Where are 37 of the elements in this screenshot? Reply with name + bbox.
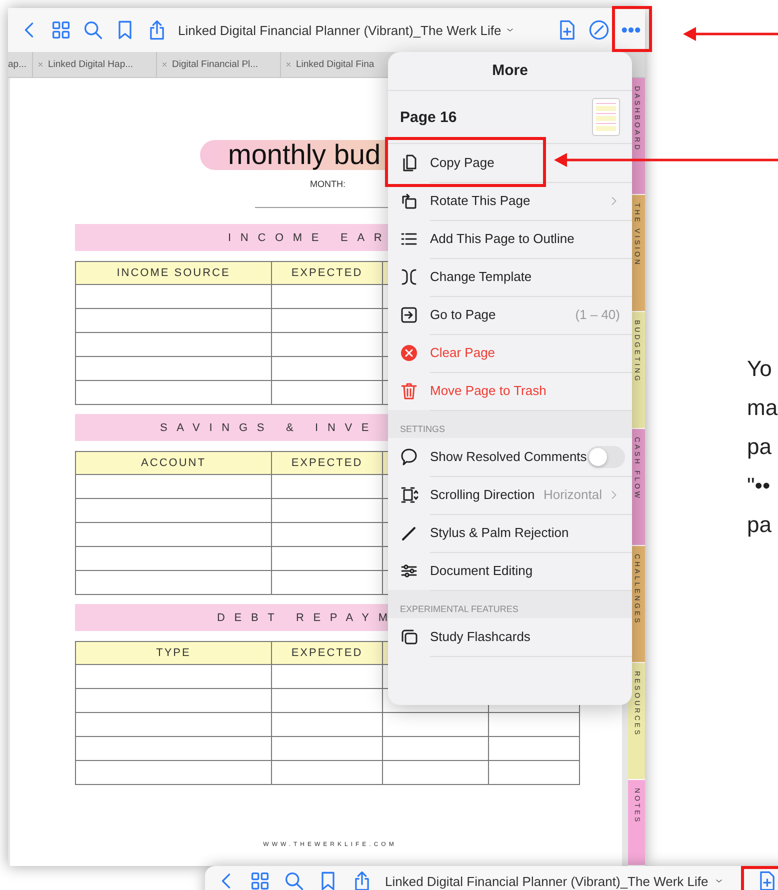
section-title: SAVINGS & INVE — [160, 422, 378, 434]
menu-item[interactable]: Stylus & Palm Rejection — [430, 524, 569, 540]
document-tab[interactable]: Linked Digital Hap... — [33, 52, 157, 77]
menu-item[interactable]: Add This Page to Outline — [430, 230, 574, 246]
document-tab[interactable]: ap... — [8, 52, 33, 77]
menu-item[interactable]: Document Editing — [430, 562, 533, 578]
section-header: SETTINGS — [400, 424, 446, 434]
caption-text: pa — [747, 511, 772, 539]
caption-text: Yo — [747, 355, 773, 383]
page-label: Page 16 — [400, 108, 457, 126]
menu-item[interactable]: Go to Page — [430, 306, 496, 322]
menu-item[interactable]: Show Resolved Comments — [430, 448, 587, 464]
section-header: EXPERIMENTAL FEATURES — [400, 604, 518, 614]
section-title: DEBT REPAYM — [217, 612, 397, 624]
menu-title: More — [388, 52, 632, 91]
menu-item[interactable]: Clear Page — [430, 344, 496, 360]
caption-text: "•• — [747, 472, 772, 500]
document-title[interactable]: Linked Digital Financial Planner (Vibrant)_The Werk Life — [178, 22, 502, 38]
document-title[interactable]: Linked Digital Financial Planner (Vibrant)_The Werk Life — [385, 874, 708, 888]
menu-item[interactable]: Change Template — [430, 268, 532, 284]
menu-item[interactable]: Move Page to Trash — [430, 382, 546, 398]
caption-text: pa — [747, 433, 772, 461]
column-header: TYPE — [76, 642, 272, 664]
column-header: EXPECTED — [272, 452, 382, 474]
column-header: INCOME SOURCE — [76, 262, 272, 284]
document-tab[interactable]: Digital Financial Pl... — [157, 52, 281, 77]
menu-item[interactable]: Scrolling Direction — [430, 486, 535, 502]
menu-item[interactable]: Rotate This Page — [430, 192, 530, 208]
column-header: ACCOUNT — [76, 452, 272, 474]
section-title: INCOME EAR — [228, 232, 392, 244]
detail-text: (1 – 40) — [575, 307, 620, 322]
month-label: MONTH: — [310, 178, 346, 190]
column-header: EXPECTED — [272, 642, 382, 664]
menu-item[interactable]: Study Flashcards — [430, 628, 530, 644]
column-header: EXPECTED — [272, 262, 382, 284]
caption-text: ma — [747, 394, 778, 422]
detail-text: Horizontal — [543, 487, 602, 502]
